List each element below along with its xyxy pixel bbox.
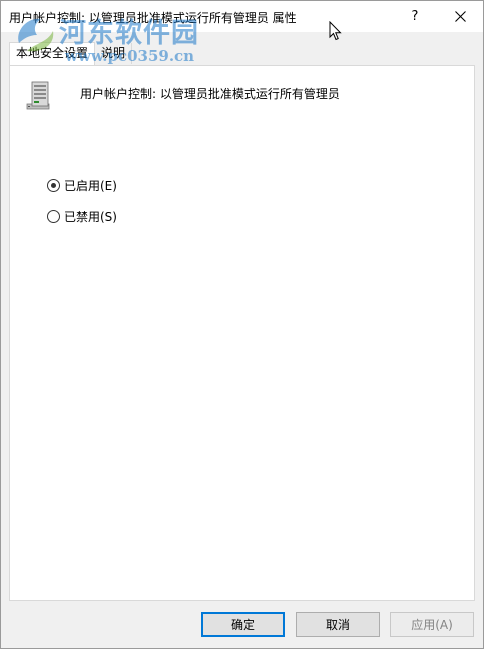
radio-enabled-label: 已启用(E) — [64, 179, 117, 193]
properties-dialog: 用户帐户控制: 以管理员批准模式运行所有管理员 属性 ? 本地安全设置 说明 用… — [0, 0, 484, 649]
help-icon: ? — [411, 9, 419, 24]
cancel-button[interactable]: 取消 — [296, 612, 380, 637]
apply-button[interactable]: 应用(A) — [390, 612, 474, 637]
server-policy-icon — [26, 81, 50, 110]
radio-enabled-indicator[interactable] — [47, 179, 60, 192]
tab-strip: 本地安全设置 说明 — [9, 42, 133, 66]
radio-enabled[interactable]: 已启用(E) — [47, 177, 117, 194]
ok-button[interactable]: 确定 — [201, 612, 285, 637]
close-button[interactable] — [437, 1, 483, 32]
radio-disabled-indicator[interactable] — [47, 210, 60, 223]
tab-explain[interactable]: 说明 — [95, 43, 133, 64]
radio-disabled[interactable]: 已禁用(S) — [47, 208, 117, 225]
title-bar[interactable]: 用户帐户控制: 以管理员批准模式运行所有管理员 属性 ? — [1, 1, 483, 32]
settings-panel: 用户帐户控制: 以管理员批准模式运行所有管理员 已启用(E) 已禁用(S) — [9, 65, 475, 601]
close-icon — [454, 11, 466, 22]
tab-local-security-setting[interactable]: 本地安全设置 — [9, 42, 96, 66]
policy-name: 用户帐户控制: 以管理员批准模式运行所有管理员 — [80, 87, 340, 101]
radio-disabled-label: 已禁用(S) — [64, 210, 117, 224]
window-title: 用户帐户控制: 以管理员批准模式运行所有管理员 属性 — [9, 11, 297, 25]
help-button[interactable]: ? — [396, 1, 434, 32]
